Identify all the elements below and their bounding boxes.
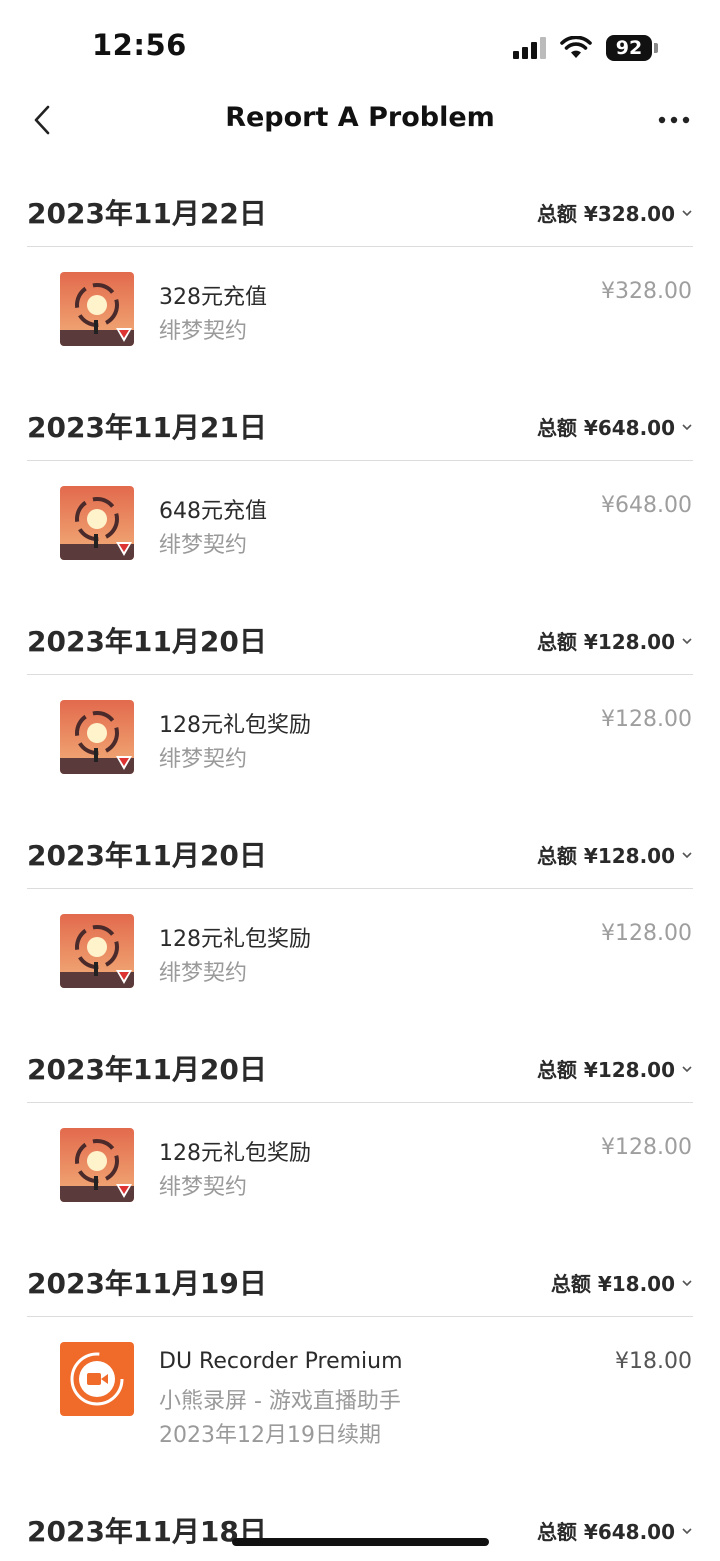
day-group: 2023年11月20日 总额 ¥128.00 128元礼包奖励 绯梦契约 ¥12… [0,1032,720,1246]
home-indicator[interactable] [232,1538,489,1546]
purchase-item[interactable]: 128元礼包奖励 绯梦契约 ¥128.00 [0,675,720,818]
item-price: ¥128.00 [601,707,692,732]
day-header[interactable]: 2023年11月19日 总额 ¥18.00 [27,1246,693,1317]
chevron-down-icon [682,209,692,216]
day-group: 2023年11月19日 总额 ¥18.00 DU Recorder Premiu… [0,1246,720,1494]
day-date: 2023年11月21日 [27,411,267,444]
day-group: 2023年11月22日 总额 ¥328.00 328元充值 绯梦契约 ¥328.… [0,176,720,390]
day-total-label: 总额 ¥128.00 [536,630,675,654]
item-price: ¥328.00 [601,279,692,304]
chevron-down-icon [682,1527,692,1534]
chevron-down-icon [682,423,692,430]
day-total-label: 总额 ¥128.00 [536,844,675,868]
day-total-label: 总额 ¥648.00 [536,1520,675,1544]
day-total-label: 总额 ¥128.00 [536,1058,675,1082]
purchase-item[interactable]: DU Recorder Premium 小熊录屏 - 游戏直播助手 2023年1… [0,1317,720,1494]
day-header[interactable]: 2023年11月20日 总额 ¥128.00 [27,1032,693,1103]
item-name: 128元礼包奖励 [159,927,311,952]
purchase-history-list[interactable]: 2023年11月22日 总额 ¥328.00 328元充值 绯梦契约 ¥328.… [0,176,720,1561]
purchase-item[interactable]: 648元充值 绯梦契约 ¥648.00 [0,461,720,604]
item-price: ¥128.00 [601,1135,692,1160]
purchase-item[interactable]: 128元礼包奖励 绯梦契约 ¥128.00 [0,1103,720,1246]
item-name: 128元礼包奖励 [159,1141,311,1166]
day-header[interactable]: 2023年11月22日 总额 ¥328.00 [27,176,693,247]
day-total[interactable]: 总额 ¥18.00 [551,1268,693,1297]
item-app-name: 绯梦契约 [159,319,248,344]
game-icon [60,272,134,346]
wifi-icon [560,36,592,58]
day-header[interactable]: 2023年11月18日 总额 ¥648.00 [27,1494,693,1561]
battery-icon: 92 [606,35,658,61]
day-total-label: 总额 ¥328.00 [536,202,675,226]
page-title: Report A Problem [225,102,495,133]
item-app-name: 绯梦契约 [159,961,248,986]
signal-icon [513,37,546,59]
item-price: ¥128.00 [601,921,692,946]
item-app-name: 绯梦契约 [159,747,248,772]
day-date: 2023年11月20日 [27,625,267,658]
du-recorder-icon [60,1342,134,1416]
more-button[interactable] [656,102,692,138]
purchase-item[interactable]: 128元礼包奖励 绯梦契约 ¥128.00 [0,889,720,1032]
day-header[interactable]: 2023年11月20日 总额 ¥128.00 [27,604,693,675]
day-group: 2023年11月20日 总额 ¥128.00 128元礼包奖励 绯梦契约 ¥12… [0,604,720,818]
day-date: 2023年11月22日 [27,197,267,230]
status-icons: 92 [513,33,658,63]
item-name: 128元礼包奖励 [159,713,311,738]
purchase-item[interactable]: 328元充值 绯梦契约 ¥328.00 [0,247,720,390]
chevron-down-icon [682,851,692,858]
day-total[interactable]: 总额 ¥128.00 [537,1054,693,1083]
game-icon [60,700,134,774]
day-date: 2023年11月20日 [27,839,267,872]
day-total-label: 总额 ¥18.00 [550,1272,675,1296]
day-header[interactable]: 2023年11月20日 总额 ¥128.00 [27,818,693,889]
item-price: ¥648.00 [601,493,692,518]
status-time: 12:56 [92,28,187,62]
item-name: 648元充值 [159,499,267,524]
chevron-down-icon [682,637,692,644]
item-price: ¥18.00 [615,1349,692,1374]
day-header[interactable]: 2023年11月21日 总额 ¥648.00 [27,390,693,461]
day-date: 2023年11月19日 [27,1267,267,1300]
item-name: DU Recorder Premium [159,1349,403,1374]
more-horizontal-icon [658,116,690,124]
day-total[interactable]: 总额 ¥648.00 [537,412,693,441]
game-icon [60,914,134,988]
day-group: 2023年11月18日 总额 ¥648.00 [0,1494,720,1561]
battery-level: 92 [606,35,652,61]
item-app-name: 绯梦契约 [159,533,248,558]
day-date: 2023年11月20日 [27,1053,267,1086]
navigation-bar: Report A Problem [0,90,720,150]
item-name: 328元充值 [159,285,267,310]
day-group: 2023年11月21日 总额 ¥648.00 648元充值 绯梦契约 ¥648.… [0,390,720,604]
day-total[interactable]: 总额 ¥128.00 [537,840,693,869]
game-icon [60,486,134,560]
day-total[interactable]: 总额 ¥648.00 [537,1516,693,1545]
day-total-label: 总额 ¥648.00 [536,416,675,440]
item-renewal-date: 2023年12月19日续期 [159,1423,381,1448]
chevron-down-icon [682,1065,692,1072]
status-bar: 12:56 92 [0,0,720,90]
day-total[interactable]: 总额 ¥128.00 [537,626,693,655]
chevron-down-icon [682,1279,692,1286]
day-date: 2023年11月18日 [27,1515,267,1548]
game-icon [60,1128,134,1202]
day-total[interactable]: 总额 ¥328.00 [537,198,693,227]
day-group: 2023年11月20日 总额 ¥128.00 128元礼包奖励 绯梦契约 ¥12… [0,818,720,1032]
item-app-name: 绯梦契约 [159,1175,248,1200]
item-app-name: 小熊录屏 - 游戏直播助手 [159,1389,401,1414]
